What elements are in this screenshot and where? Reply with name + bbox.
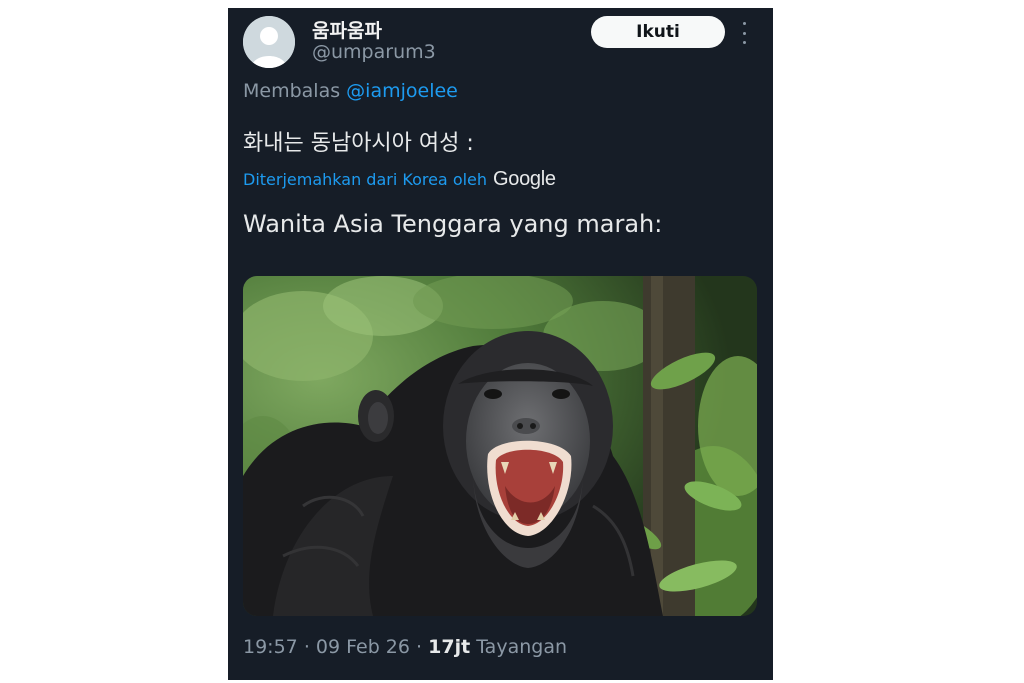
tweet-media-image[interactable]	[243, 276, 757, 616]
more-dot	[742, 22, 746, 25]
tweet-card: 움파움파 @umparum3 Ikuti Membalas @iamjoelee…	[228, 8, 773, 680]
reply-context: Membalas @iamjoelee	[243, 80, 458, 102]
meta-separator: ·	[416, 636, 423, 658]
views-label: Tayangan	[476, 636, 567, 658]
tweet-original-text: 화내는 동남아시아 여성 :	[243, 131, 474, 156]
reply-prefix: Membalas	[243, 80, 341, 102]
chimpanzee-photo	[243, 276, 757, 616]
author-handle[interactable]: @umparum3	[312, 41, 436, 63]
meta-separator: ·	[303, 636, 310, 658]
views-count[interactable]: 17jt	[428, 636, 470, 658]
more-dot	[742, 41, 746, 44]
follow-button[interactable]: Ikuti	[591, 16, 725, 48]
author-display-name[interactable]: 움파움파	[312, 16, 382, 43]
tweet-time[interactable]: 19:57	[243, 636, 298, 658]
google-logo: Google	[493, 168, 556, 190]
tweet-date[interactable]: 09 Feb 26	[316, 636, 410, 658]
reply-mention-link[interactable]: @iamjoelee	[346, 80, 458, 102]
more-options-icon[interactable]	[737, 22, 751, 44]
more-dot	[742, 31, 746, 35]
default-avatar-icon	[243, 16, 295, 68]
tweet-meta: 19:57 · 09 Feb 26 · 17jt Tayangan	[243, 636, 567, 658]
tweet-translated-text: Wanita Asia Tenggara yang marah:	[243, 210, 663, 238]
author-avatar[interactable]	[243, 16, 295, 68]
translation-attribution[interactable]: Diterjemahkan dari Korea oleh Google	[243, 168, 556, 191]
translation-label: Diterjemahkan dari Korea oleh	[243, 170, 488, 189]
